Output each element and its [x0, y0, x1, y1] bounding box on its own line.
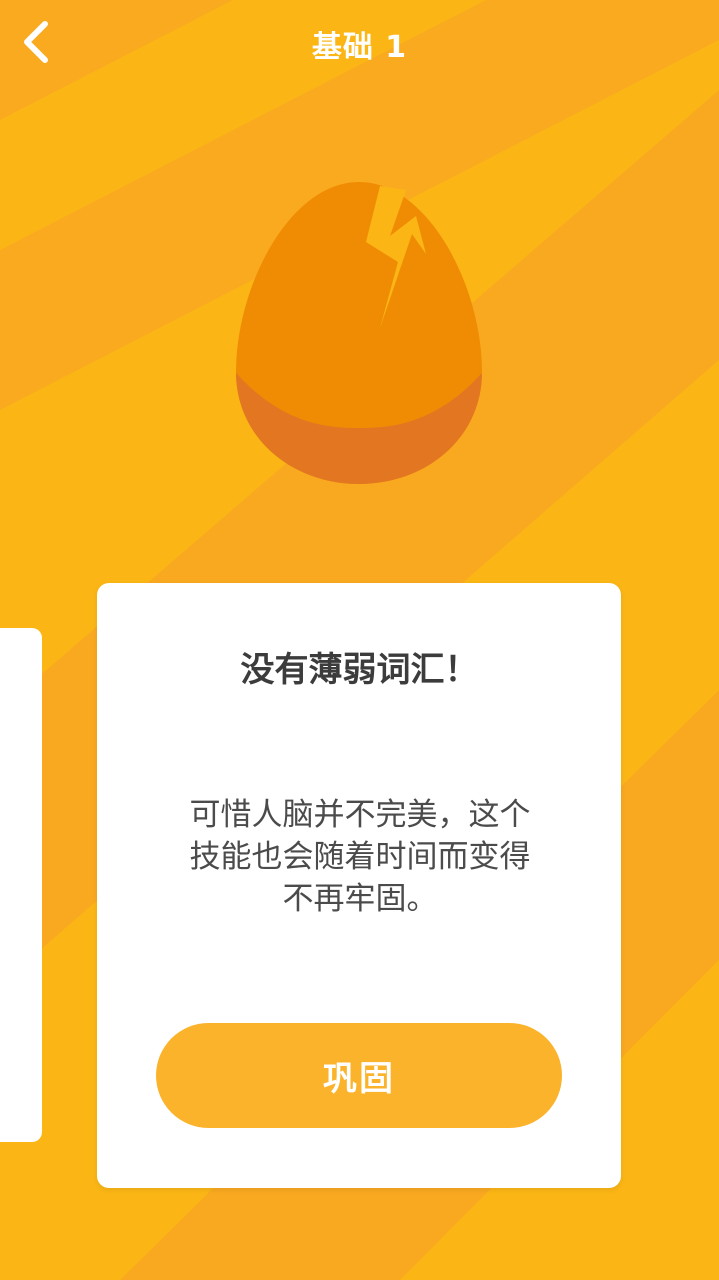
cracked-egg-icon	[236, 182, 482, 484]
page-title: 基础 1	[311, 30, 408, 65]
previous-card-peek	[0, 628, 42, 1142]
practice-button[interactable]: 巩固	[156, 1023, 562, 1128]
top-bar: 基础 1	[0, 0, 719, 84]
card-heading: 没有薄弱词汇！	[240, 650, 479, 690]
card-body-line: 可惜人脑并不完美，这个	[189, 797, 531, 833]
card-body-line: 技能也会随着时间而变得	[189, 839, 531, 875]
card-body-line: 不再牢固。	[282, 881, 438, 917]
card-body-text: 可惜人脑并不完美，这个 技能也会随着时间而变得 不再牢固。	[160, 794, 560, 920]
